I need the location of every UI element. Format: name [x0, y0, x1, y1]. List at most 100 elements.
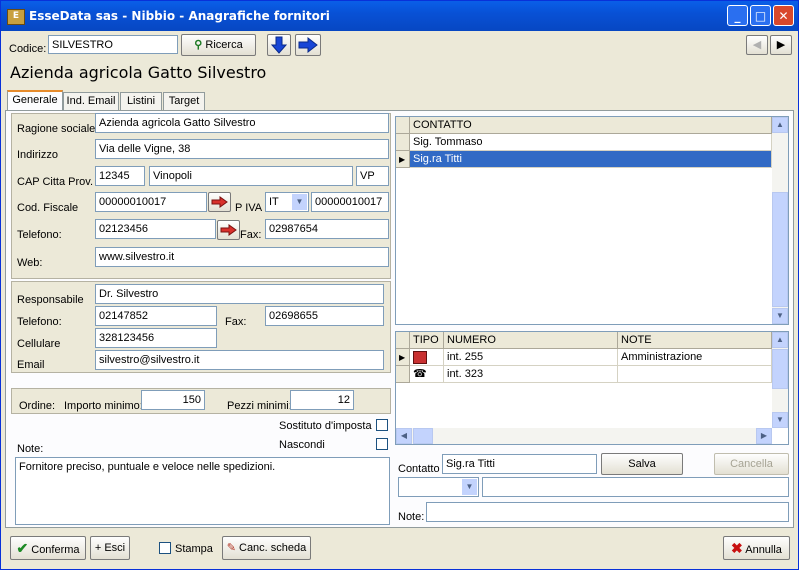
contatto-header[interactable]: CONTATTO — [410, 117, 772, 134]
note-textarea[interactable]: Fornitore preciso, puntuale e veloce nel… — [15, 457, 390, 525]
contact-note-input[interactable] — [426, 502, 789, 522]
scroll-thumb[interactable] — [772, 192, 788, 307]
current-row-icon: ▶ — [399, 353, 406, 362]
resp-fax-input[interactable]: 02698655 — [265, 306, 384, 326]
prov-input[interactable]: VP — [356, 166, 389, 186]
contact-row[interactable]: Sig. Tommaso — [410, 134, 772, 151]
scroll-up-button[interactable]: ▲ — [772, 117, 788, 133]
tipo-cell[interactable]: ☎ — [410, 366, 444, 383]
canc-scheda-button[interactable]: ✎ Canc. scheda — [222, 536, 311, 560]
app-icon: E — [7, 9, 25, 25]
tipo-header[interactable]: TIPO — [410, 332, 444, 349]
codice-input[interactable]: SILVESTRO — [48, 35, 178, 54]
salva-button[interactable]: Salva — [601, 453, 683, 475]
indirizzo-input[interactable]: Via delle Vigne, 38 — [95, 139, 389, 159]
contact-row-selected[interactable]: Sig.ra Titti — [410, 151, 772, 168]
scroll-up-button[interactable]: ▲ — [772, 332, 788, 348]
title-bar: E EsseData sas - Nibbio - Anagrafiche fo… — [1, 1, 798, 31]
annulla-label: Annulla — [745, 544, 782, 556]
tipo-cell[interactable] — [410, 349, 444, 366]
nav-prev-button[interactable]: ◀ — [746, 35, 768, 55]
salva-label: Salva — [628, 458, 656, 470]
tab-generale[interactable]: Generale — [7, 90, 63, 110]
arrow-right-button[interactable] — [295, 34, 321, 56]
scroll-thumb[interactable] — [772, 349, 788, 389]
current-row-icon: ▶ — [399, 155, 406, 164]
copy-cf-button[interactable] — [208, 192, 231, 212]
maximize-button[interactable]: □ — [750, 5, 771, 26]
piva-label: P IVA — [235, 202, 263, 214]
citta-input[interactable]: Vinopoli — [149, 166, 353, 186]
note-header[interactable]: NOTE — [618, 332, 772, 349]
arrow-right-icon — [298, 36, 318, 54]
sostituto-checkbox[interactable] — [376, 419, 388, 431]
numero-cell[interactable]: int. 323 — [444, 366, 618, 383]
arrow-down-button[interactable] — [267, 34, 291, 56]
tab-listini[interactable]: Listini — [120, 92, 162, 110]
grid-row-header — [396, 117, 410, 134]
codice-label: Codice: — [9, 43, 47, 55]
piva-country-value: IT — [269, 196, 279, 208]
numero-cell[interactable]: int. 255 — [444, 349, 618, 366]
scroll-left-button[interactable]: ◀ — [396, 428, 412, 444]
search-icon: ⚲ — [194, 39, 203, 51]
pezzi-input[interactable]: 12 — [290, 390, 354, 410]
cancella-button[interactable]: Cancella — [714, 453, 789, 475]
check-icon: ✔ — [16, 540, 29, 556]
piva-country-select[interactable]: IT ▼ — [265, 192, 309, 212]
scroll-down-button[interactable]: ▼ — [772, 308, 788, 324]
annulla-button[interactable]: ✖ Annulla — [723, 536, 790, 560]
tab-ind-email[interactable]: Ind. Email — [63, 92, 119, 110]
telefono-label: Telefono: — [17, 229, 62, 241]
stampa-label: Stampa — [175, 543, 213, 555]
page-title: Azienda agricola Gatto Silvestro — [10, 63, 267, 82]
importo-input[interactable]: 150 — [141, 390, 205, 410]
nascondi-checkbox[interactable] — [376, 438, 388, 450]
hscroll-thumb[interactable] — [413, 428, 433, 444]
nav-next-button[interactable]: ▶ — [770, 35, 792, 55]
email-input[interactable]: silvestro@silvestro.it — [95, 350, 384, 370]
note-cell[interactable] — [618, 366, 772, 383]
ricerca-button[interactable]: ⚲ Ricerca — [181, 34, 256, 56]
numbers-vscrollbar[interactable]: ▲ ▼ — [772, 332, 788, 428]
conferma-button[interactable]: ✔ Conferma — [10, 536, 86, 560]
grid-row-header — [396, 332, 410, 349]
numero-input[interactable] — [482, 477, 789, 497]
responsabile-label: Responsabile — [17, 294, 84, 306]
copy-tel-button[interactable] — [217, 220, 240, 240]
contatto-input[interactable]: Sig.ra Titti — [442, 454, 597, 474]
sostituto-label: Sostituto d'imposta — [279, 420, 372, 432]
numbers-grid[interactable]: TIPO NUMERO NOTE ▶ int. 255 Amministrazi… — [395, 331, 789, 445]
cellulare-label: Cellulare — [17, 338, 61, 350]
numbers-hscrollbar[interactable]: ◀ ▶ — [396, 428, 772, 444]
cod-fiscale-input[interactable]: 00000010017 — [95, 192, 207, 212]
scroll-right-button[interactable]: ▶ — [756, 428, 772, 444]
telefono-input[interactable]: 02123456 — [95, 219, 216, 239]
note-cell[interactable]: Amministrazione — [618, 349, 772, 366]
scroll-down-button[interactable]: ▼ — [772, 412, 788, 428]
row-indicator: ▶ — [396, 151, 410, 168]
minimize-button[interactable]: _ — [727, 5, 748, 26]
pezzi-label: Pezzi minimi: — [227, 400, 292, 412]
close-button[interactable]: ✕ — [773, 5, 794, 26]
esci-button[interactable]: + Esci — [90, 536, 130, 560]
tab-target[interactable]: Target — [163, 92, 205, 110]
stampa-checkbox[interactable] — [159, 542, 171, 554]
eraser-icon: ✎ — [226, 542, 236, 554]
importo-label: Importo minimo: — [64, 400, 143, 412]
web-input[interactable]: www.silvestro.it — [95, 247, 389, 267]
fax-input[interactable]: 02987654 — [265, 219, 389, 239]
contacts-scrollbar[interactable]: ▲ ▼ — [772, 117, 788, 324]
ordine-label: Ordine: — [19, 400, 56, 412]
cellulare-input[interactable]: 328123456 — [95, 328, 217, 348]
resp-telefono-input[interactable]: 02147852 — [95, 306, 217, 326]
numero-header[interactable]: NUMERO — [444, 332, 618, 349]
ragione-sociale-input[interactable]: Azienda agricola Gatto Silvestro — [95, 113, 389, 133]
piva-input[interactable]: 00000010017 — [311, 192, 389, 212]
contacts-grid[interactable]: CONTATTO Sig. Tommaso ▶ Sig.ra Titti ▲ ▼ — [395, 116, 789, 325]
cod-fiscale-label: Cod. Fiscale — [17, 202, 79, 214]
arrow-right-icon — [211, 196, 228, 208]
cap-input[interactable]: 12345 — [95, 166, 145, 186]
responsabile-input[interactable]: Dr. Silvestro — [95, 284, 384, 304]
tipo-select[interactable]: ▼ — [398, 477, 479, 497]
